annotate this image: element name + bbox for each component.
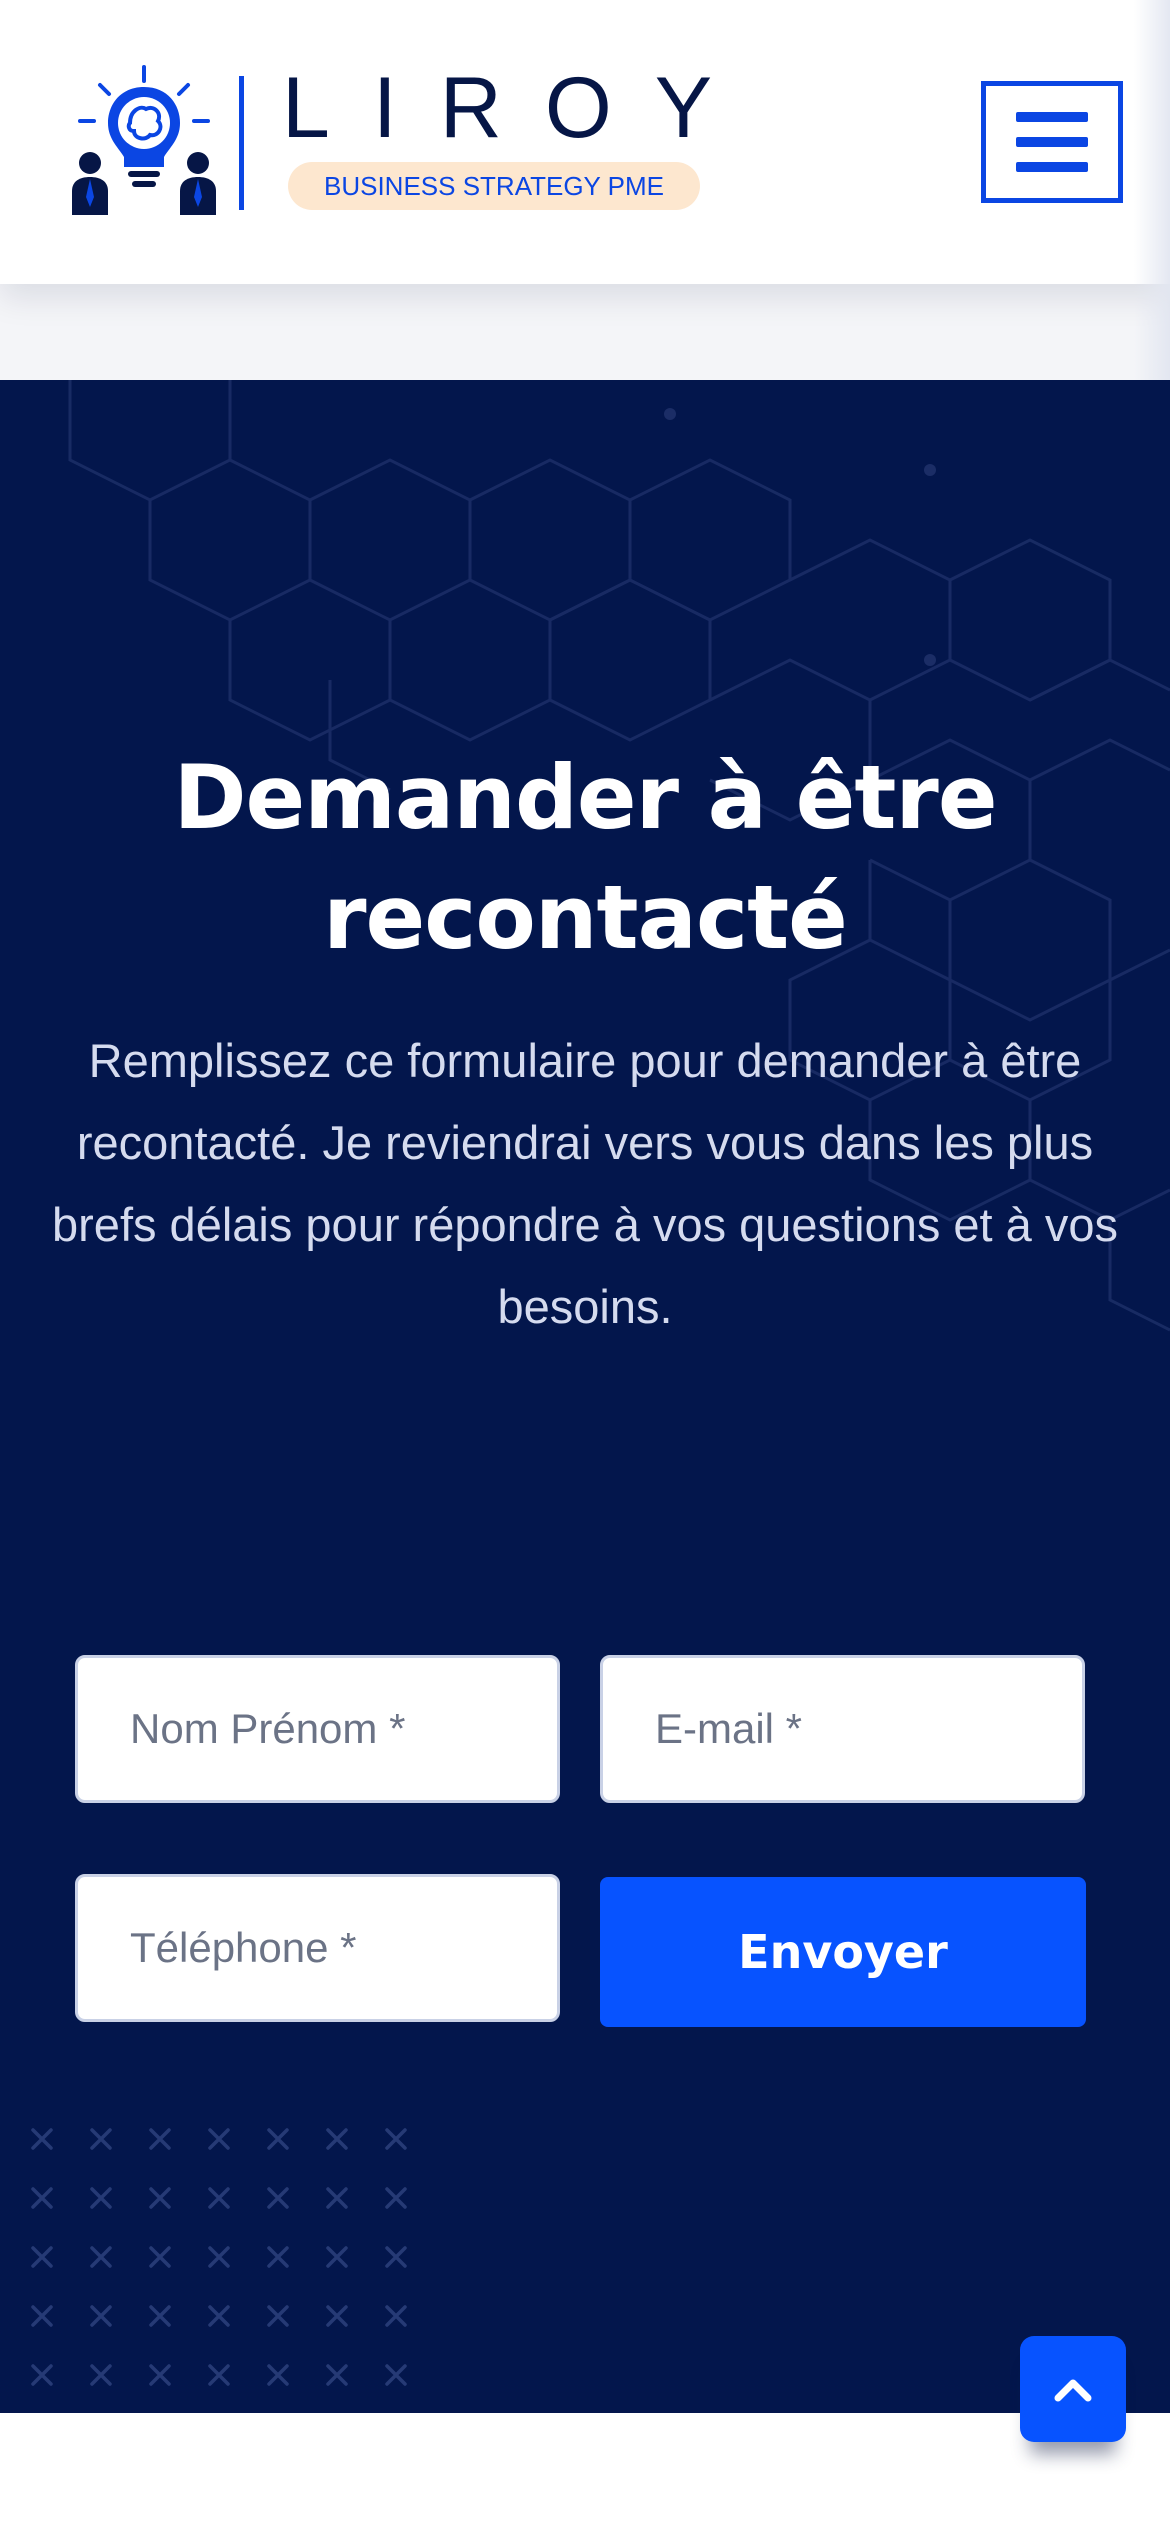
cross-mark (90, 2128, 112, 2150)
cross-mark (326, 2246, 348, 2268)
header-spacer (0, 284, 1170, 380)
site-header: LIROY BUSINESS STRATEGY PME (0, 0, 1170, 284)
cross-mark (208, 2187, 230, 2209)
menu-button[interactable] (981, 81, 1123, 203)
scroll-top-button[interactable] (1020, 2336, 1126, 2442)
footer-strip (0, 2413, 1170, 2532)
cross-mark (385, 2364, 407, 2386)
chevron-up-icon (1054, 2379, 1092, 2402)
cross-mark (149, 2364, 171, 2386)
cross-mark (208, 2305, 230, 2327)
phone-field[interactable] (75, 1874, 560, 2022)
email-field[interactable] (600, 1655, 1085, 1803)
cross-dots-decoration (31, 2128, 407, 2386)
cross-mark (267, 2128, 289, 2150)
cross-mark (208, 2246, 230, 2268)
hamburger-icon (1016, 112, 1088, 122)
edge-shadow (1134, 0, 1170, 380)
hamburger-icon-bar (1016, 137, 1088, 147)
cross-mark (385, 2246, 407, 2268)
lightbulb-brain-logo-icon[interactable] (70, 65, 218, 215)
cross-mark (31, 2246, 53, 2268)
cross-mark (90, 2305, 112, 2327)
cross-mark (31, 2364, 53, 2386)
logo-divider (239, 76, 244, 210)
hamburger-icon-bar (1016, 162, 1088, 172)
logo-tagline: BUSINESS STRATEGY PME (288, 162, 700, 210)
name-field[interactable] (75, 1655, 560, 1803)
cross-mark (149, 2246, 171, 2268)
cross-mark (267, 2246, 289, 2268)
cross-mark (326, 2187, 348, 2209)
cross-mark (31, 2187, 53, 2209)
cross-mark (208, 2128, 230, 2150)
cross-mark (385, 2128, 407, 2150)
cross-mark (149, 2128, 171, 2150)
cross-mark (267, 2305, 289, 2327)
contact-section: Demander à être recontacté Remplissez ce… (0, 380, 1170, 2413)
cross-mark (90, 2246, 112, 2268)
cross-mark (326, 2364, 348, 2386)
cross-mark (149, 2187, 171, 2209)
cross-mark (149, 2305, 171, 2327)
cross-mark (31, 2305, 53, 2327)
cross-mark (385, 2305, 407, 2327)
cross-mark (90, 2187, 112, 2209)
contact-description: Remplissez ce formulaire pour demander à… (52, 1034, 1118, 1333)
submit-button[interactable]: Envoyer (600, 1877, 1086, 2027)
contact-title: Demander à être recontacté (173, 746, 997, 969)
cross-mark (385, 2187, 407, 2209)
cross-mark (267, 2187, 289, 2209)
cross-mark (326, 2128, 348, 2150)
logo-wordmark[interactable]: LIROY (282, 60, 755, 156)
cross-mark (326, 2305, 348, 2327)
cross-mark (90, 2364, 112, 2386)
cross-mark (208, 2364, 230, 2386)
cross-mark (31, 2128, 53, 2150)
cross-mark (267, 2364, 289, 2386)
